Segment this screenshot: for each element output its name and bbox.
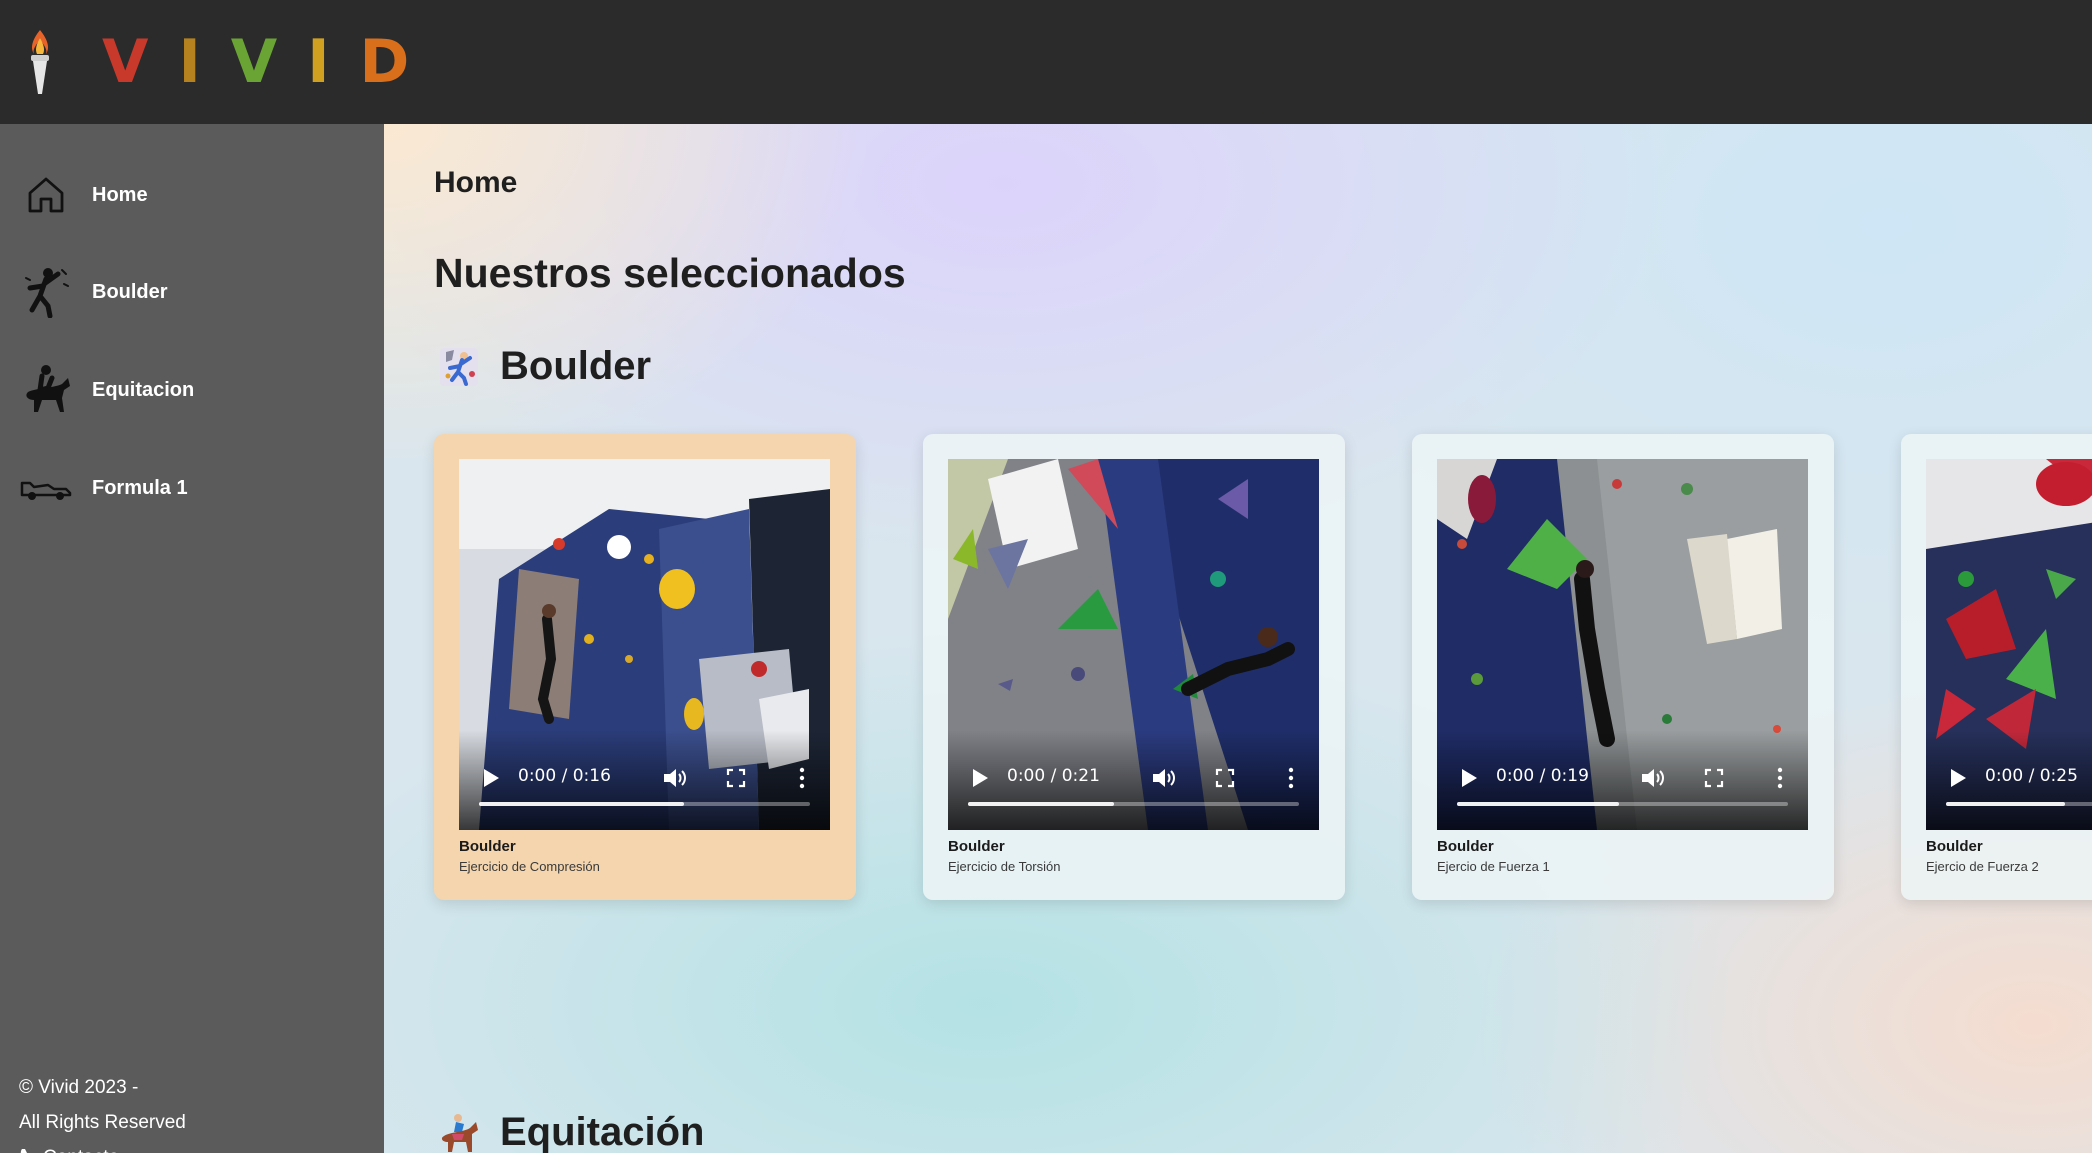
- card-title: Boulder: [459, 838, 516, 855]
- contact-label: Contacto: [43, 1140, 119, 1153]
- video-progress-fill: [1946, 802, 2066, 806]
- video-time: 0:00 / 0:21: [1007, 766, 1100, 786]
- rights-text: All Rights Reserved: [19, 1112, 186, 1133]
- video-card[interactable]: 0:00 / 0:16 Boulder Ejercicio de Compres…: [434, 434, 856, 900]
- video-card[interactable]: 0:00 / 0:21 Boulder Ejercicio de Torsión: [923, 434, 1345, 900]
- card-subtitle: Ejercicio de Compresión: [459, 859, 600, 874]
- video-progress-fill: [968, 802, 1114, 806]
- play-icon[interactable]: [970, 766, 990, 790]
- video-player[interactable]: 0:00 / 0:25: [1926, 459, 2092, 830]
- video-player[interactable]: 0:00 / 0:19: [1437, 459, 1808, 830]
- race-car-icon: [20, 462, 72, 514]
- logo-letter: D: [359, 27, 440, 97]
- video-progress-bar[interactable]: [968, 802, 1299, 806]
- main-content: Home Nuestros seleccionados Boulder 0:00…: [384, 124, 2092, 1153]
- sidebar-item-equitacion[interactable]: Equitacion: [20, 360, 360, 420]
- sidebar-item-formula-1[interactable]: Formula 1: [20, 458, 360, 518]
- sidebar-item-home[interactable]: Home: [20, 165, 360, 225]
- video-progress-bar[interactable]: [479, 802, 810, 806]
- sidebar-footer: © Vivid 2023 - All Rights Reserved Conta…: [19, 1070, 186, 1153]
- more-options-icon[interactable]: [1287, 766, 1295, 790]
- card-title: Boulder: [1926, 838, 1983, 855]
- card-subtitle: Ejercio de Fuerza 2: [1926, 859, 2039, 874]
- video-controls: 0:00 / 0:21: [948, 730, 1319, 830]
- home-icon: [20, 169, 72, 221]
- breadcrumb: Home: [434, 166, 518, 199]
- video-time: 0:00 / 0:25: [1985, 766, 2078, 786]
- fullscreen-icon[interactable]: [726, 768, 746, 788]
- video-card[interactable]: 0:00 / 0:25 Boulder Ejercio de Fuerza 2: [1901, 434, 2092, 900]
- sidebar-item-label: Boulder: [92, 280, 168, 303]
- logo-letter: I: [178, 27, 231, 97]
- sidebar-item-label: Home: [92, 183, 148, 206]
- category-header-equitacion: Equitación: [438, 1110, 704, 1153]
- video-time: 0:00 / 0:19: [1496, 766, 1589, 786]
- card-subtitle: Ejercio de Fuerza 1: [1437, 859, 1550, 874]
- logo-letter: V: [230, 27, 308, 97]
- video-controls: 0:00 / 0:16: [459, 730, 830, 830]
- logo-text: VIVID: [102, 32, 439, 92]
- video-controls: 0:00 / 0:19: [1437, 730, 1808, 830]
- card-title: Boulder: [948, 838, 1005, 855]
- volume-icon[interactable]: [662, 766, 688, 790]
- category-title: Equitación: [500, 1110, 705, 1153]
- more-options-icon[interactable]: [1776, 766, 1784, 790]
- play-icon[interactable]: [1459, 766, 1479, 790]
- top-bar: VIVID: [0, 0, 2092, 124]
- video-progress-fill: [479, 802, 685, 806]
- logo-letter: V: [102, 27, 179, 97]
- video-time: 0:00 / 0:16: [518, 766, 611, 786]
- more-options-icon[interactable]: [798, 766, 806, 790]
- horse-rider-emoji-icon: [441, 1113, 478, 1152]
- volume-icon[interactable]: [1151, 766, 1177, 790]
- fullscreen-icon[interactable]: [1704, 768, 1724, 788]
- copyright-text: © Vivid 2023 -: [19, 1077, 139, 1098]
- category-header-boulder: Boulder: [438, 344, 651, 389]
- climber-emoji-icon: [440, 347, 478, 386]
- logo-letter: I: [307, 27, 360, 97]
- category-title: Boulder: [500, 344, 652, 388]
- contact-link[interactable]: Contacto: [19, 1140, 186, 1153]
- play-icon[interactable]: [481, 766, 501, 790]
- horse-rider-icon: [20, 364, 72, 416]
- phone-icon: [20, 1148, 27, 1153]
- section-title: Nuestros seleccionados: [434, 250, 906, 296]
- card-title: Boulder: [1437, 838, 1494, 855]
- card-subtitle: Ejercicio de Torsión: [948, 859, 1061, 874]
- climber-icon: [20, 266, 72, 318]
- video-progress-fill: [1457, 802, 1620, 806]
- play-icon[interactable]: [1948, 766, 1968, 790]
- video-card[interactable]: 0:00 / 0:19 Boulder Ejercio de Fuerza 1: [1412, 434, 1834, 900]
- video-controls: 0:00 / 0:25: [1926, 730, 2092, 830]
- fullscreen-icon[interactable]: [1215, 768, 1235, 788]
- video-progress-bar[interactable]: [1946, 802, 2092, 806]
- vivid-logo[interactable]: VIVID: [22, 28, 439, 96]
- video-progress-bar[interactable]: [1457, 802, 1788, 806]
- sidebar-item-label: Formula 1: [92, 476, 188, 499]
- sidebar-item-boulder[interactable]: Boulder: [20, 262, 360, 322]
- sidebar-item-label: Equitacion: [92, 378, 195, 401]
- video-player[interactable]: 0:00 / 0:21: [948, 459, 1319, 830]
- volume-icon[interactable]: [1640, 766, 1666, 790]
- video-player[interactable]: 0:00 / 0:16: [459, 459, 830, 830]
- torch-icon: [31, 30, 49, 94]
- sidebar: Home Boulder Equitacion Formula 1 © Vivi…: [0, 124, 384, 1153]
